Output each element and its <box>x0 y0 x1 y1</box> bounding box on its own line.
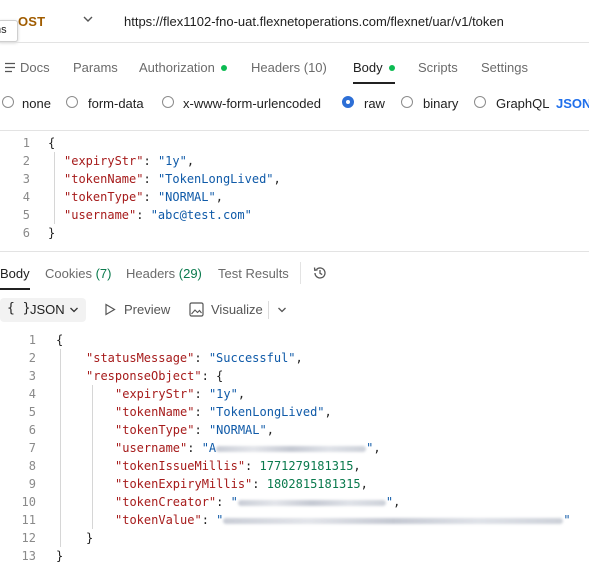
docs-icon <box>5 62 15 73</box>
line-number: 3 <box>22 172 30 186</box>
line-number: 8 <box>28 459 36 473</box>
radio-label-urlencoded: x-www-form-urlencoded <box>183 96 321 111</box>
divider <box>268 301 269 319</box>
history-icon[interactable] <box>312 265 328 281</box>
tab-headers[interactable]: Headers (10) <box>251 60 327 75</box>
indent-guide <box>60 349 61 547</box>
tab-authorization[interactable]: Authorization <box>139 60 227 75</box>
request-bar: OST https://flex1102-fno-uat.flexnetoper… <box>0 0 589 42</box>
line-number: 12 <box>21 531 36 545</box>
status-dot-icon <box>220 64 227 71</box>
redacted-value <box>237 499 386 506</box>
line-number: 5 <box>22 208 30 222</box>
code-line: "username": "abc@test.com" <box>64 208 252 222</box>
line-number: 1 <box>28 333 36 347</box>
line-number: 4 <box>22 190 30 204</box>
response-tab-headers[interactable]: Headers (29) <box>126 266 202 281</box>
radio-binary[interactable] <box>401 96 413 108</box>
tooltip: ns <box>0 20 18 42</box>
indent-guide <box>92 385 93 529</box>
code-line: "tokenType": "NORMAL", <box>64 190 223 204</box>
divider <box>0 130 589 131</box>
redacted-value <box>216 445 367 452</box>
code-line: "tokenName": "TokenLongLived", <box>64 172 281 186</box>
line-number: 2 <box>22 154 30 168</box>
code-line: } <box>48 226 56 240</box>
preview-button[interactable]: Preview <box>124 302 170 317</box>
tab-docs[interactable]: Docs <box>20 60 50 75</box>
response-tab-cookies[interactable]: Cookies (7) <box>45 266 111 281</box>
code-line: "statusMessage": "Successful", <box>86 351 303 365</box>
response-tab-test-results[interactable]: Test Results <box>218 266 289 281</box>
braces-icon: { } <box>7 301 31 316</box>
code-line: "tokenExpiryMillis": 1802815181315, <box>115 477 368 491</box>
radio-label-form-data: form-data <box>88 96 144 111</box>
status-dot-icon <box>388 64 395 71</box>
line-number: 13 <box>21 549 36 563</box>
code-line: "tokenType": "NORMAL", <box>115 423 274 437</box>
divider <box>300 262 301 284</box>
chevron-down-icon[interactable] <box>277 305 287 315</box>
response-tab-body[interactable]: Body <box>0 266 30 281</box>
code-line: { <box>48 136 56 150</box>
line-number: 5 <box>28 405 36 419</box>
radio-urlencoded[interactable] <box>162 96 174 108</box>
tab-body-label: Body <box>353 60 383 75</box>
tab-scripts[interactable]: Scripts <box>418 60 458 75</box>
code-line: "responseObject": { <box>86 369 224 383</box>
radio-label-none: none <box>22 96 51 111</box>
line-number: 7 <box>28 441 36 455</box>
code-line: "tokenIssueMillis": 1771279181315, <box>115 459 361 473</box>
response-format-label: JSON <box>30 302 65 317</box>
line-number: 6 <box>28 423 36 437</box>
redacted-value <box>223 517 564 524</box>
line-number: 11 <box>21 513 36 527</box>
url-input[interactable]: https://flex1102-fno-uat.flexnetoperatio… <box>124 14 504 29</box>
chevron-down-icon <box>70 307 78 313</box>
active-tab-indicator <box>353 82 395 84</box>
image-icon <box>189 302 204 317</box>
radio-label-raw: raw <box>364 96 385 111</box>
play-icon <box>105 303 116 316</box>
body-format-select[interactable]: JSON <box>556 96 589 111</box>
code-line: "expiryStr": "1y", <box>64 154 195 168</box>
code-line: } <box>56 549 64 563</box>
indent-guide <box>54 152 55 224</box>
radio-raw[interactable] <box>342 96 354 108</box>
tab-authorization-label: Authorization <box>139 60 215 75</box>
line-number: 1 <box>22 136 30 150</box>
radio-none[interactable] <box>2 96 14 108</box>
divider <box>0 251 589 252</box>
radio-label-binary: binary <box>423 96 459 111</box>
line-number: 6 <box>22 226 30 240</box>
radio-graphql[interactable] <box>474 96 486 108</box>
line-number: 2 <box>28 351 36 365</box>
code-line: "tokenName": "TokenLongLived", <box>115 405 332 419</box>
code-line: "username": "A ", <box>115 441 381 455</box>
line-number: 9 <box>28 477 36 491</box>
visualize-button[interactable]: Visualize <box>211 302 263 317</box>
code-line: { <box>56 333 64 347</box>
tab-params[interactable]: Params <box>73 60 118 75</box>
divider <box>0 42 589 43</box>
line-number: 3 <box>28 369 36 383</box>
line-number: 4 <box>28 387 36 401</box>
tab-settings[interactable]: Settings <box>481 60 528 75</box>
method-select[interactable]: OST <box>18 14 45 29</box>
active-tab-indicator <box>0 288 30 290</box>
code-line: "tokenCreator": " ", <box>115 495 401 509</box>
line-number: 10 <box>21 495 36 509</box>
code-line: "expiryStr": "1y", <box>115 387 246 401</box>
code-line: "tokenValue": " " <box>115 513 571 527</box>
code-line: } <box>86 531 94 545</box>
chevron-down-icon[interactable] <box>82 13 94 25</box>
tooltip-text: ns <box>0 24 7 36</box>
radio-label-graphql: GraphQL <box>496 96 550 111</box>
tab-body[interactable]: Body <box>353 60 395 75</box>
radio-form-data[interactable] <box>66 96 78 108</box>
